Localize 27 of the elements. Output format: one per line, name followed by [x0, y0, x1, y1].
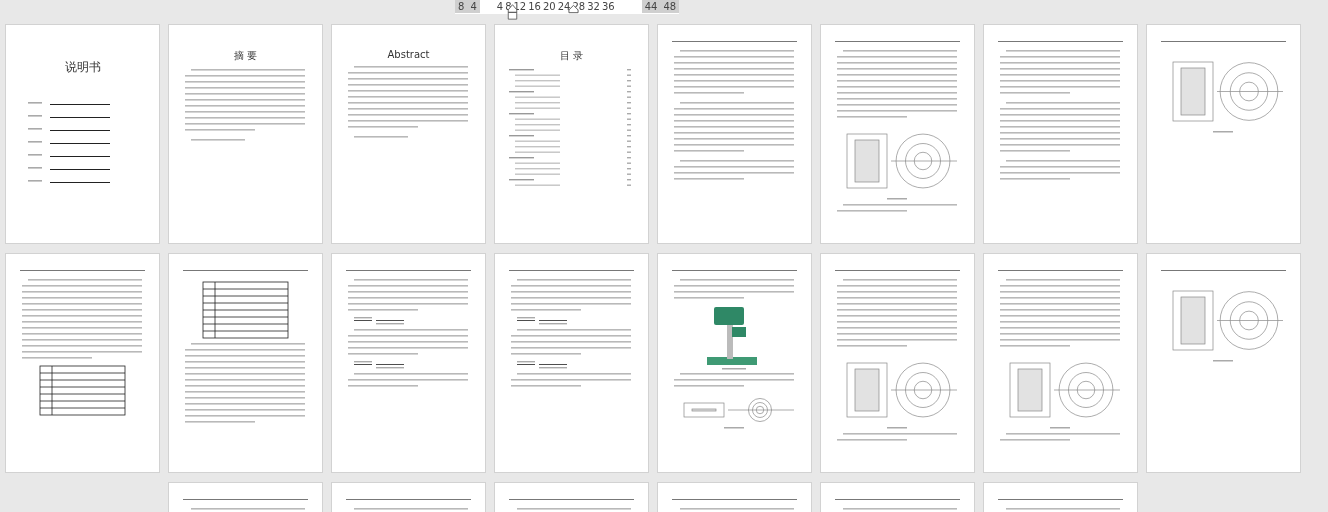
ruler-number: 4 [495, 0, 505, 13]
ruler-number: 4 [467, 0, 480, 13]
page-thumbnail[interactable] [494, 253, 649, 473]
page-thumbnail[interactable] [5, 253, 160, 473]
page-thumbnail[interactable] [983, 24, 1138, 244]
page-thumbnail[interactable] [331, 253, 486, 473]
ruler-number: 44 [641, 0, 661, 13]
page-thumbnail[interactable] [657, 24, 812, 244]
page-thumbnail[interactable] [820, 24, 975, 244]
page-thumbnail[interactable] [1146, 253, 1301, 473]
page-title: 摘 要 [233, 49, 258, 63]
page-thumbnail[interactable]: Abstract [331, 24, 486, 244]
page-thumbnail[interactable]: 摘 要 [168, 24, 323, 244]
page-thumbnail[interactable] [1146, 24, 1301, 244]
page-title: 说明书 [64, 59, 101, 76]
page-thumbnail[interactable] [820, 253, 975, 473]
page-thumbnail[interactable] [657, 253, 812, 473]
page-thumbnail[interactable]: 目 录 [494, 24, 649, 244]
page-title: Abstract [387, 49, 430, 60]
page-thumbnail[interactable]: 说明书 [5, 24, 160, 244]
page-thumbnail[interactable] [168, 253, 323, 473]
ruler-number: 16 [527, 0, 542, 13]
ruler-number: 32 [586, 0, 601, 13]
ruler-number: 48 [660, 0, 680, 13]
page-title: 目 录 [559, 49, 584, 63]
page-thumbnail[interactable] [983, 253, 1138, 473]
ruler-number: 8 [455, 0, 468, 13]
